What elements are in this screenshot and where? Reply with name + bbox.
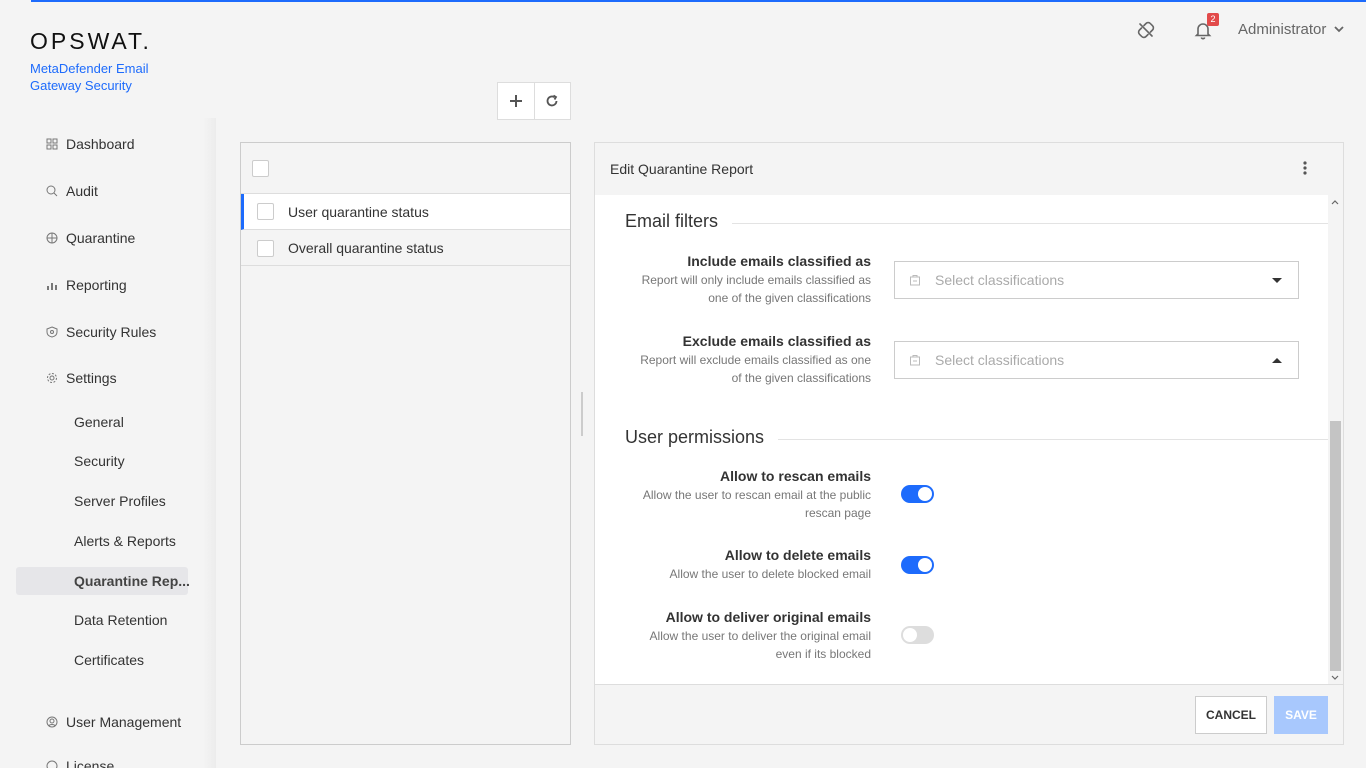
settings-sub-general[interactable]: General bbox=[74, 414, 124, 430]
cancel-button[interactable]: CANCEL bbox=[1195, 696, 1267, 734]
sidebar-item-reporting[interactable]: Reporting bbox=[46, 277, 127, 293]
user-menu-label: Administrator bbox=[1238, 21, 1327, 38]
edit-panel-footer: CANCEL SAVE bbox=[595, 684, 1343, 744]
settings-sub-quarantine-reports[interactable]: Quarantine Rep... bbox=[74, 573, 190, 589]
section-user-permissions: User permissions bbox=[595, 427, 779, 448]
dashboard-icon bbox=[46, 138, 58, 150]
exclude-classifications-select[interactable]: Select classifications bbox=[894, 341, 1299, 379]
gear-icon bbox=[46, 372, 58, 384]
deliver-field-label: Allow to deliver original emails Allow t… bbox=[649, 609, 871, 661]
refresh-icon bbox=[547, 94, 558, 107]
sidebar bbox=[0, 118, 216, 768]
delete-toggle[interactable] bbox=[901, 556, 934, 574]
settings-sub-server-profiles[interactable]: Server Profiles bbox=[74, 493, 166, 509]
more-options-icon[interactable] bbox=[1303, 161, 1307, 175]
settings-sub-data-retention[interactable]: Data Retention bbox=[74, 612, 167, 628]
include-field-label: Include emails classified as Report will… bbox=[641, 253, 871, 305]
sidebar-item-security-rules[interactable]: Security Rules bbox=[46, 324, 156, 340]
list-toolbar bbox=[497, 82, 571, 120]
rescan-field-label: Allow to rescan emails Allow the user to… bbox=[642, 468, 871, 520]
chevron-down-icon bbox=[1334, 26, 1344, 33]
user-menu[interactable]: Administrator bbox=[1238, 21, 1344, 38]
user-icon bbox=[46, 716, 58, 728]
panel-resize-handle[interactable] bbox=[581, 392, 583, 436]
product-name: MetaDefender Email Gateway Security bbox=[30, 61, 149, 93]
save-button[interactable]: SAVE bbox=[1274, 696, 1328, 734]
select-all-checkbox[interactable] bbox=[252, 160, 269, 177]
audit-icon bbox=[46, 185, 58, 197]
sidebar-item-quarantine[interactable]: Quarantine bbox=[46, 230, 135, 246]
license-icon bbox=[46, 760, 58, 768]
tag-icon bbox=[910, 355, 920, 366]
caret-up-icon bbox=[1272, 358, 1282, 363]
sidebar-item-license[interactable]: License bbox=[46, 758, 114, 768]
edit-panel-header: Edit Quarantine Report bbox=[595, 143, 1343, 195]
shield-icon bbox=[46, 326, 58, 338]
sidebar-item-dashboard[interactable]: Dashboard bbox=[46, 136, 135, 152]
caret-down-icon bbox=[1272, 278, 1282, 283]
sidebar-item-settings[interactable]: Settings bbox=[46, 370, 117, 386]
row-checkbox[interactable] bbox=[257, 240, 274, 257]
edit-panel: Edit Quarantine Report Email filters Inc… bbox=[594, 142, 1344, 745]
scroll-up-icon bbox=[1331, 200, 1339, 205]
rescan-toggle[interactable] bbox=[901, 485, 934, 503]
scrollbar-thumb[interactable] bbox=[1330, 421, 1341, 671]
edit-panel-title: Edit Quarantine Report bbox=[610, 161, 754, 177]
edit-form: Email filters Include emails classified … bbox=[595, 195, 1343, 685]
include-placeholder: Select classifications bbox=[935, 272, 1065, 288]
list-item[interactable]: Overall quarantine status bbox=[241, 230, 570, 266]
brand-block: OPSWAT. MetaDefender Email Gateway Secur… bbox=[30, 28, 152, 94]
plus-icon bbox=[509, 95, 522, 107]
delete-field-label: Allow to delete emails Allow the user to… bbox=[669, 547, 871, 581]
broken-link-icon[interactable] bbox=[1134, 18, 1158, 42]
edit-form-scrollbar[interactable] bbox=[1328, 195, 1343, 685]
settings-sub-alerts-reports[interactable]: Alerts & Reports bbox=[74, 533, 176, 549]
deliver-toggle[interactable] bbox=[901, 626, 934, 644]
refresh-button[interactable] bbox=[533, 83, 570, 119]
scroll-down-icon bbox=[1331, 675, 1339, 680]
list-item[interactable]: User quarantine status bbox=[241, 194, 570, 230]
report-list: User quarantine status Overall quarantin… bbox=[240, 142, 571, 745]
row-checkbox[interactable] bbox=[257, 203, 274, 220]
sidebar-item-audit[interactable]: Audit bbox=[46, 183, 98, 199]
exclude-field-label: Exclude emails classified as Report will… bbox=[640, 333, 871, 385]
tag-icon bbox=[910, 275, 920, 286]
exclude-placeholder: Select classifications bbox=[935, 352, 1065, 368]
top-accent-line bbox=[31, 0, 1366, 2]
notifications-button[interactable]: 2 bbox=[1191, 13, 1219, 42]
quarantine-icon bbox=[46, 232, 58, 244]
sidebar-item-user-management[interactable]: User Management bbox=[46, 714, 181, 730]
list-header bbox=[241, 143, 570, 194]
include-classifications-select[interactable]: Select classifications bbox=[894, 261, 1299, 299]
settings-sub-certificates[interactable]: Certificates bbox=[74, 652, 144, 668]
opswat-logo: OPSWAT. bbox=[30, 28, 152, 54]
reporting-icon bbox=[46, 279, 58, 291]
section-email-filters: Email filters bbox=[595, 211, 733, 232]
settings-sub-security[interactable]: Security bbox=[74, 453, 125, 469]
notification-badge: 2 bbox=[1207, 13, 1219, 26]
add-button[interactable] bbox=[498, 83, 534, 119]
